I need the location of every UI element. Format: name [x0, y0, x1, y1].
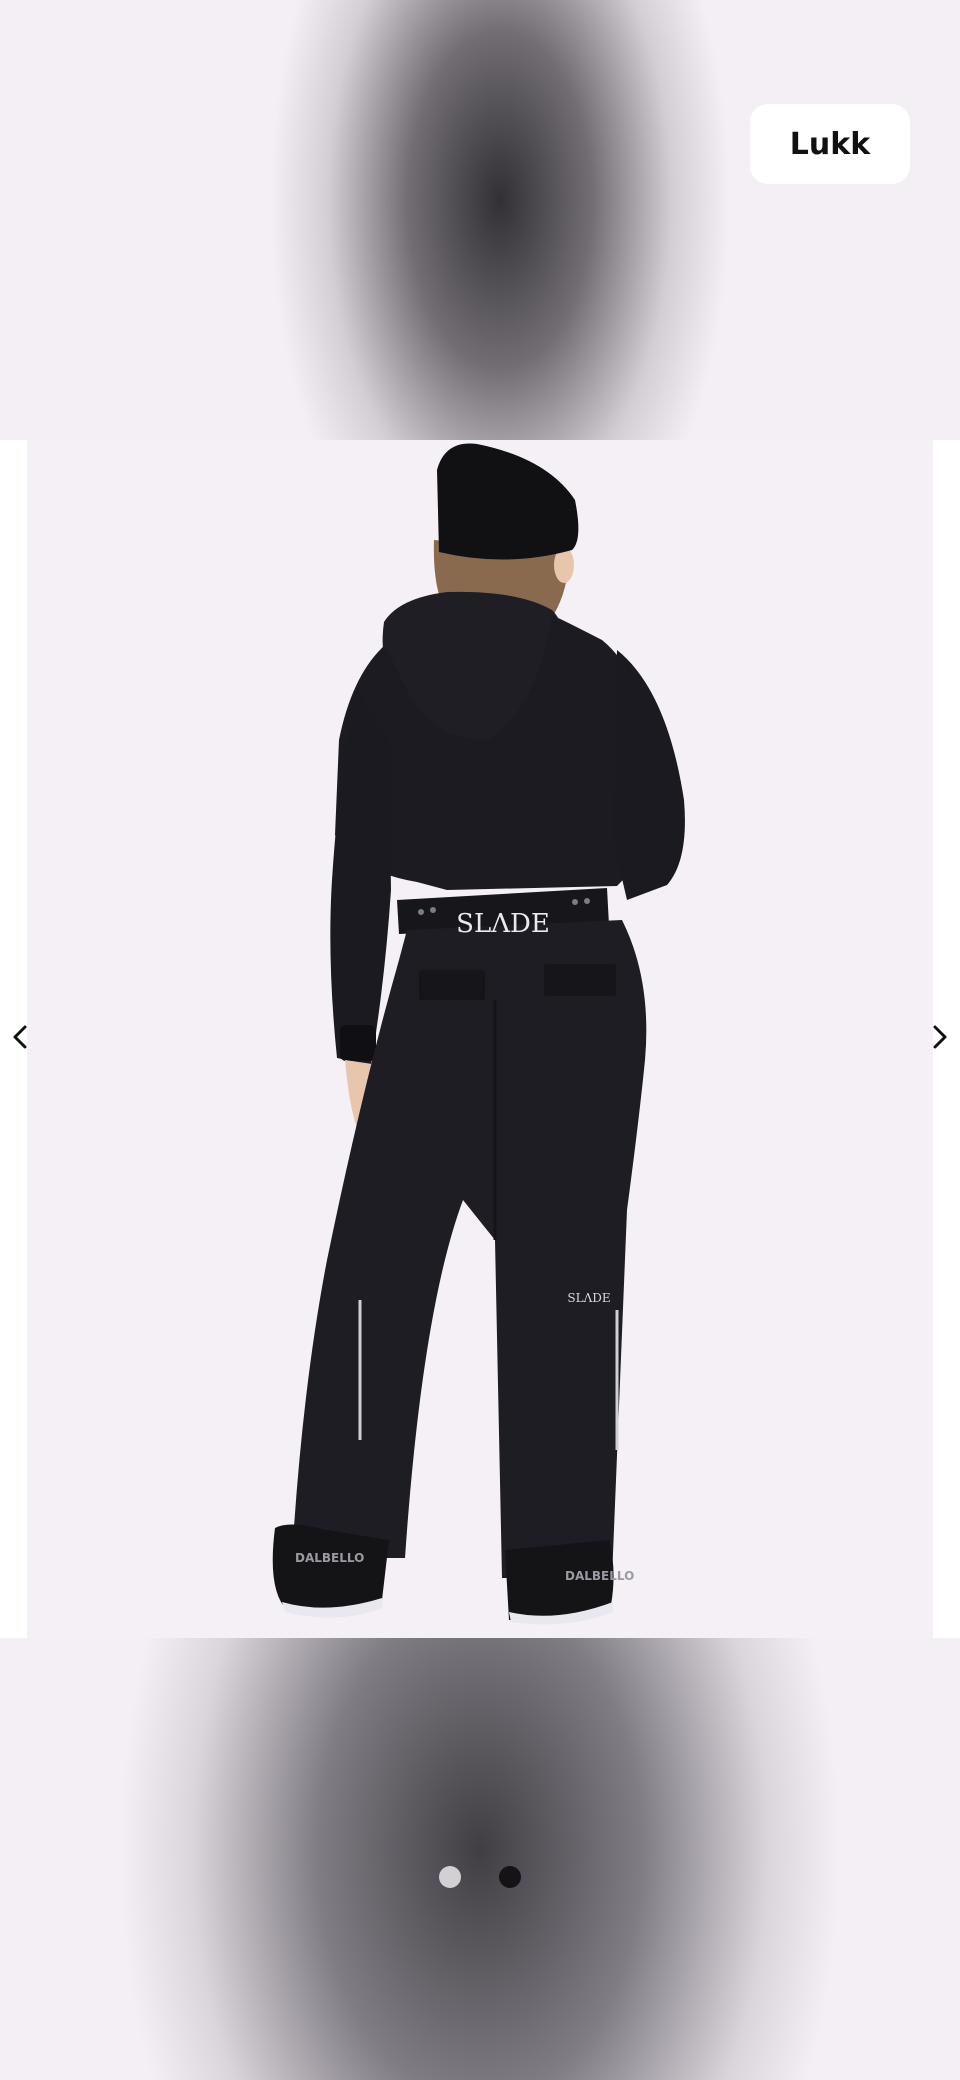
image-frame: SLΛDE SLΛDE DALBELLO DALBELLO: [0, 440, 960, 1638]
left-boot: [272, 1524, 389, 1613]
chevron-left-icon: [13, 1025, 27, 1049]
left-boot-brand-text: DALBELLO: [295, 1551, 364, 1565]
brand-logo-text: SLΛDE: [456, 909, 550, 939]
right-boot-brand-text: DALBELLO: [565, 1569, 634, 1583]
pagination-dots: [0, 1866, 960, 1890]
brand-logo-small-text: SLΛDE: [567, 1291, 610, 1305]
pagination-dot-2[interactable]: [499, 1866, 521, 1888]
product-image[interactable]: SLΛDE SLΛDE DALBELLO DALBELLO: [27, 440, 933, 1638]
pagination-dot-1[interactable]: [439, 1866, 461, 1888]
close-button[interactable]: Lukk: [750, 104, 910, 184]
previous-image-button[interactable]: [0, 1012, 40, 1062]
product-photo: SLΛDE SLΛDE DALBELLO DALBELLO: [27, 440, 933, 1638]
chevron-right-icon: [933, 1025, 947, 1049]
next-image-button[interactable]: [920, 1012, 960, 1062]
